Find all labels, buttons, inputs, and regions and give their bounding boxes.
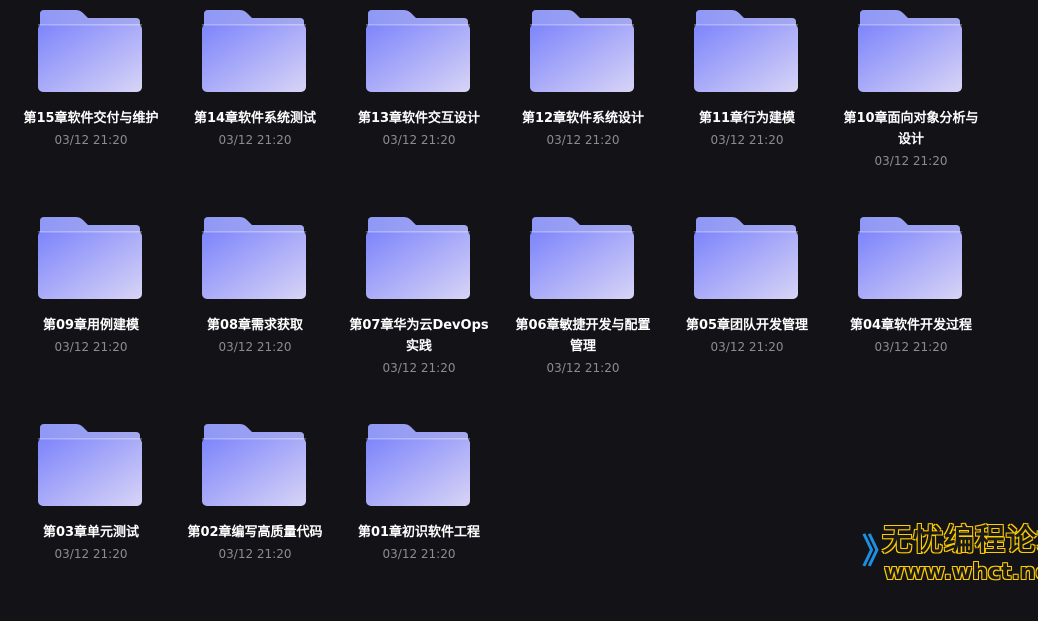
- folder-name: 第06章敏捷开发与配置管理 03/12 21:20: [511, 315, 655, 378]
- folder-icon: [694, 215, 798, 299]
- folder-item-11[interactable]: 第05章团队开发管理 03/12 21:20: [665, 207, 829, 414]
- watermark-url: www.whct.net: [884, 560, 1038, 585]
- folder-name-text: 第06章敏捷开发与配置管理: [515, 318, 651, 354]
- folder-name-text: 第10章面向对象分析与设计: [843, 111, 979, 147]
- folder-date: 03/12 21:20: [874, 154, 948, 168]
- folder-name: 第14章软件系统测试 03/12 21:20: [183, 108, 327, 150]
- folder-name: 第02章编写高质量代码 03/12 21:20: [183, 522, 327, 564]
- file-grid: 第15章软件交付与维护 03/12 21:20 第14章软件系统测试 03/12…: [9, 0, 1009, 621]
- folder-name-text: 第12章软件系统设计: [521, 111, 645, 126]
- folder-icon: [530, 215, 634, 299]
- folder-name-text: 第14章软件系统测试: [193, 111, 317, 126]
- folder-icon: [858, 215, 962, 299]
- folder-icon: [366, 8, 470, 92]
- folder-name-text: 第07章华为云DevOps实践: [349, 318, 489, 354]
- folder-name: 第10章面向对象分析与设计 03/12 21:20: [839, 108, 983, 171]
- folder-name: 第15章软件交付与维护 03/12 21:20: [19, 108, 163, 150]
- folder-name-text: 第09章用例建模: [42, 318, 140, 333]
- folder-date: 03/12 21:20: [218, 133, 292, 147]
- folder-name-text: 第02章编写高质量代码: [187, 525, 323, 540]
- folder-item-10[interactable]: 第06章敏捷开发与配置管理 03/12 21:20: [501, 207, 665, 414]
- folder-date: 03/12 21:20: [874, 340, 948, 354]
- folder-name-text: 第05章团队开发管理: [685, 318, 809, 333]
- folder-name-text: 第04章软件开发过程: [849, 318, 973, 333]
- folder-item-13[interactable]: 第03章单元测试 03/12 21:20: [9, 414, 173, 621]
- folder-name: 第11章行为建模 03/12 21:20: [675, 108, 819, 150]
- folder-name-text: 第11章行为建模: [698, 111, 796, 126]
- folder-date: 03/12 21:20: [546, 133, 620, 147]
- folder-date: 03/12 21:20: [710, 340, 784, 354]
- folder-item-12[interactable]: 第04章软件开发过程 03/12 21:20: [829, 207, 993, 414]
- folder-date: 03/12 21:20: [54, 133, 128, 147]
- folder-icon: [202, 215, 306, 299]
- folder-icon: [38, 422, 142, 506]
- folder-name-text: 第13章软件交互设计: [357, 111, 481, 126]
- folder-date: 03/12 21:20: [382, 361, 456, 375]
- folder-item-5[interactable]: 第11章行为建模 03/12 21:20: [665, 0, 829, 207]
- folder-icon: [38, 8, 142, 92]
- folder-name: 第03章单元测试 03/12 21:20: [19, 522, 163, 564]
- folder-name: 第08章需求获取 03/12 21:20: [183, 315, 327, 357]
- folder-item-4[interactable]: 第12章软件系统设计 03/12 21:20: [501, 0, 665, 207]
- folder-item-14[interactable]: 第02章编写高质量代码 03/12 21:20: [173, 414, 337, 621]
- folder-icon: [530, 8, 634, 92]
- folder-name: 第04章软件开发过程 03/12 21:20: [839, 315, 983, 357]
- folder-name-text: 第08章需求获取: [206, 318, 304, 333]
- folder-name-text: 第01章初识软件工程: [357, 525, 481, 540]
- folder-name: 第01章初识软件工程 03/12 21:20: [347, 522, 491, 564]
- folder-item-15[interactable]: 第01章初识软件工程 03/12 21:20: [337, 414, 501, 621]
- folder-item-9[interactable]: 第07章华为云DevOps实践 03/12 21:20: [337, 207, 501, 414]
- folder-name-text: 第15章软件交付与维护: [23, 111, 159, 126]
- folder-name: 第12章软件系统设计 03/12 21:20: [511, 108, 655, 150]
- watermark-title: 无忧编程论坛: [882, 523, 1038, 558]
- folder-icon: [38, 215, 142, 299]
- folder-item-2[interactable]: 第14章软件系统测试 03/12 21:20: [173, 0, 337, 207]
- folder-name: 第13章软件交互设计 03/12 21:20: [347, 108, 491, 150]
- folder-name-text: 第03章单元测试: [42, 525, 140, 540]
- folder-date: 03/12 21:20: [218, 340, 292, 354]
- folder-date: 03/12 21:20: [54, 547, 128, 561]
- folder-icon: [366, 215, 470, 299]
- folder-date: 03/12 21:20: [54, 340, 128, 354]
- folder-date: 03/12 21:20: [382, 133, 456, 147]
- folder-icon: [858, 8, 962, 92]
- folder-icon: [366, 422, 470, 506]
- folder-item-3[interactable]: 第13章软件交互设计 03/12 21:20: [337, 0, 501, 207]
- folder-item-6[interactable]: 第10章面向对象分析与设计 03/12 21:20: [829, 0, 993, 207]
- folder-icon: [202, 422, 306, 506]
- folder-icon: [202, 8, 306, 92]
- watermark: 》 无忧编程论坛 www.whct.net: [862, 521, 1038, 589]
- folder-date: 03/12 21:20: [546, 361, 620, 375]
- watermark-logo-icon: 》: [862, 532, 896, 572]
- folder-date: 03/12 21:20: [710, 133, 784, 147]
- folder-name: 第05章团队开发管理 03/12 21:20: [675, 315, 819, 357]
- folder-icon: [694, 8, 798, 92]
- folder-name: 第09章用例建模 03/12 21:20: [19, 315, 163, 357]
- folder-item-7[interactable]: 第09章用例建模 03/12 21:20: [9, 207, 173, 414]
- folder-date: 03/12 21:20: [218, 547, 292, 561]
- folder-item-1[interactable]: 第15章软件交付与维护 03/12 21:20: [9, 0, 173, 207]
- folder-item-8[interactable]: 第08章需求获取 03/12 21:20: [173, 207, 337, 414]
- folder-name: 第07章华为云DevOps实践 03/12 21:20: [347, 315, 491, 378]
- folder-date: 03/12 21:20: [382, 547, 456, 561]
